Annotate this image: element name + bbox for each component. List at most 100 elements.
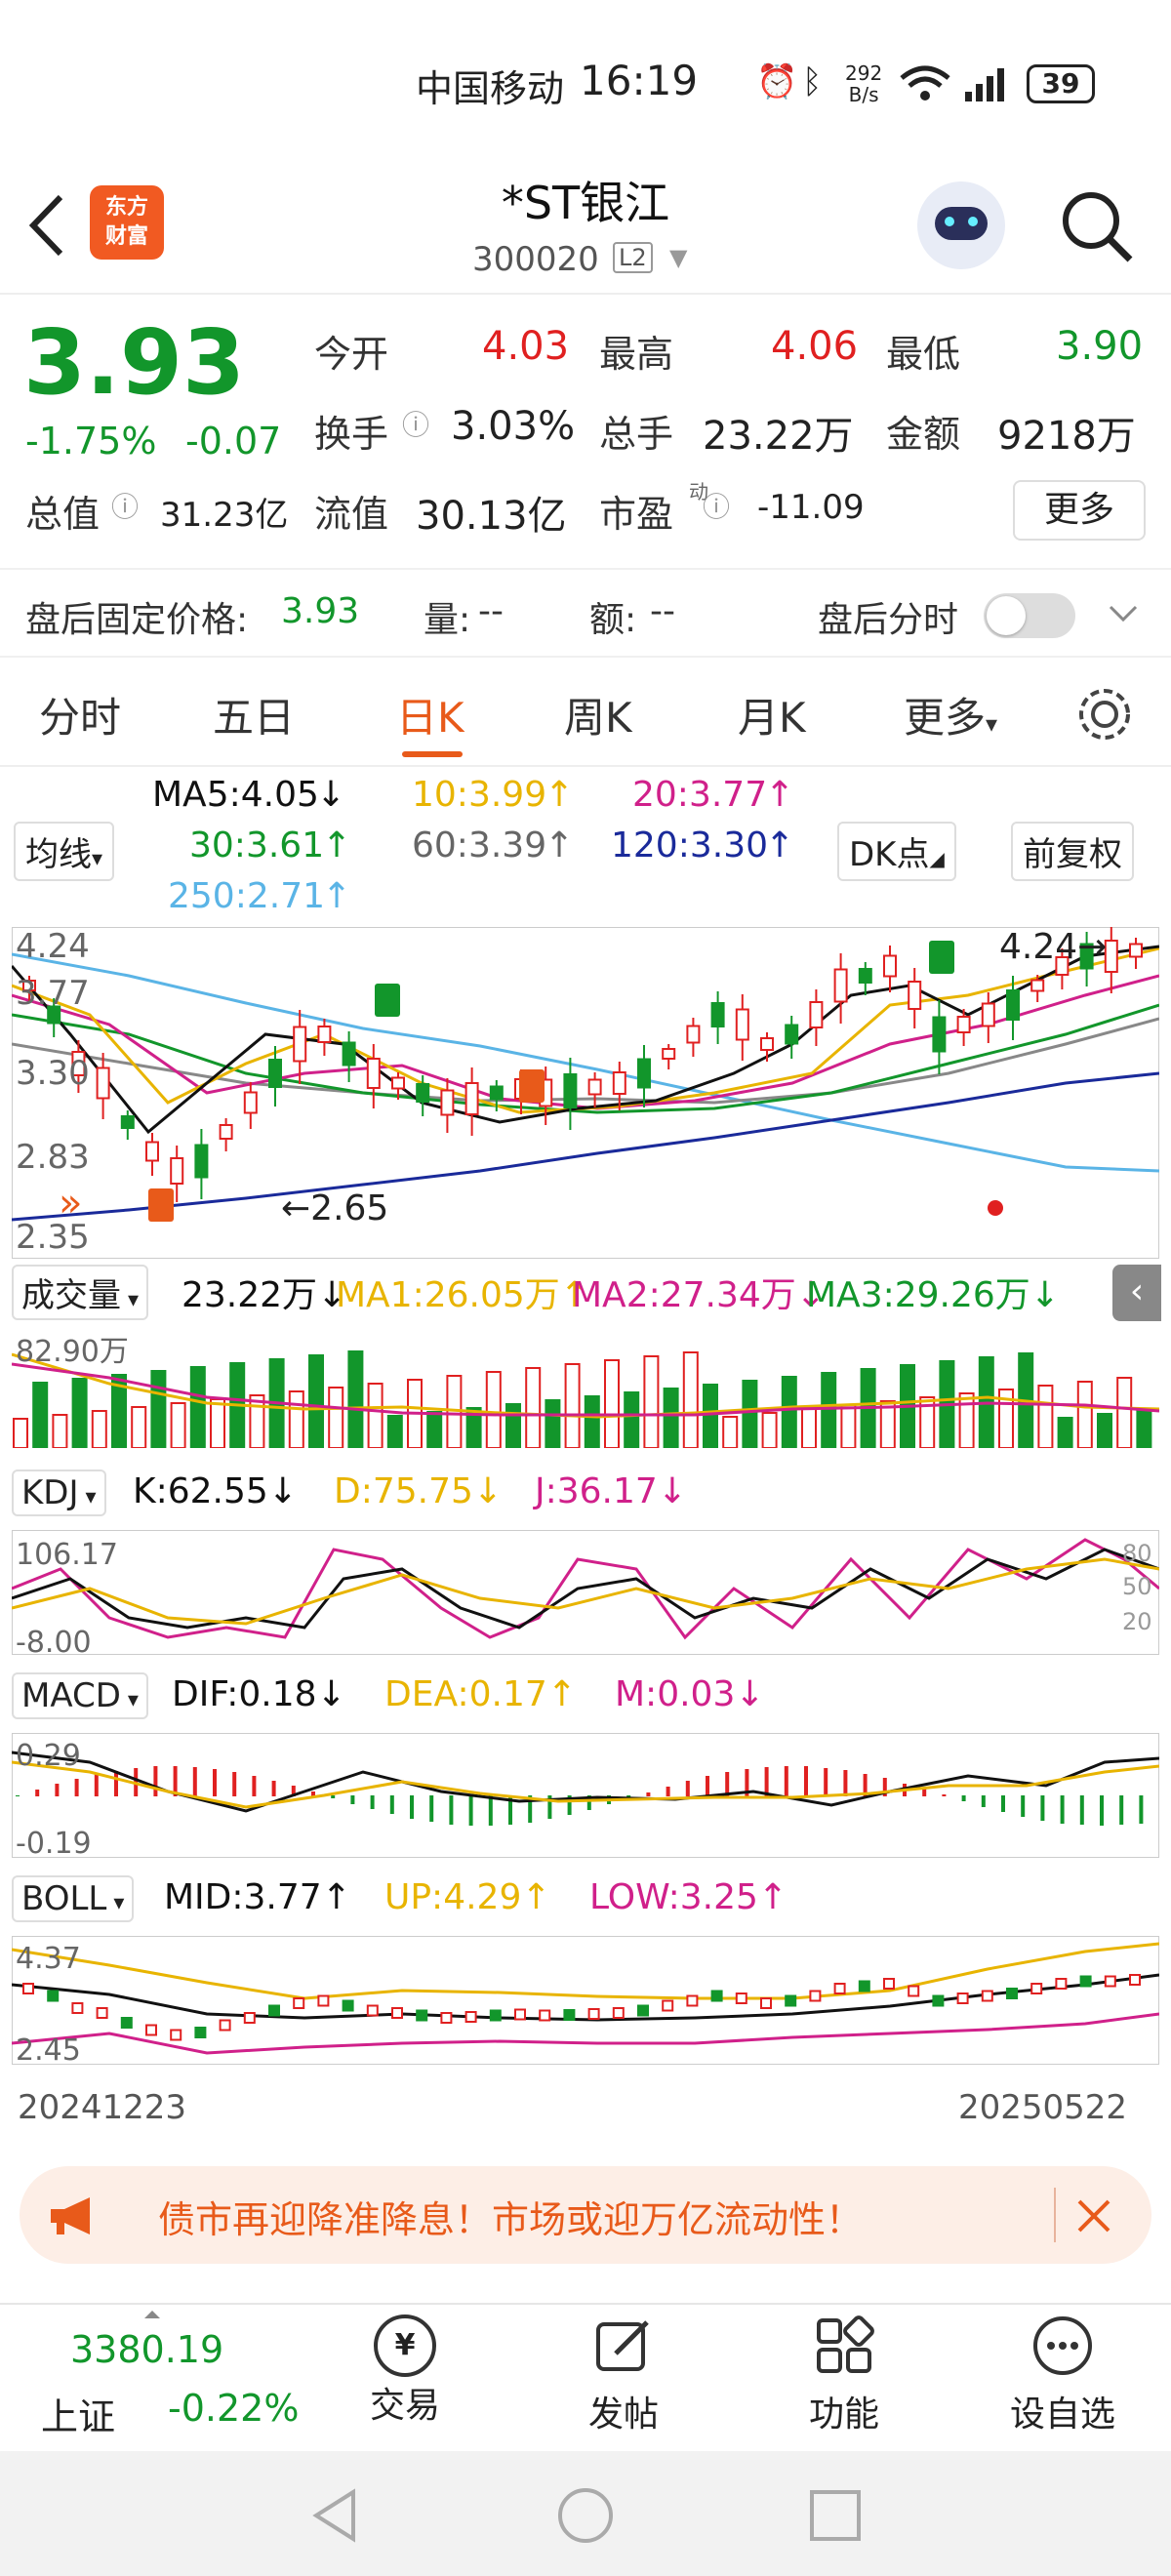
after-hours-vol: -- [478, 591, 504, 631]
add-watchlist-button[interactable]: 设自选 [980, 2314, 1146, 2436]
macd-bar [922, 1789, 927, 1796]
tab-more[interactable]: 更多▾ [904, 685, 997, 745]
system-nav-bar [0, 2451, 1171, 2576]
back-icon[interactable] [25, 191, 68, 260]
tab-weekly-k[interactable]: 周K [564, 685, 632, 745]
boll-candle [686, 1994, 699, 2007]
candle [268, 1059, 282, 1088]
info-icon[interactable]: ⓘ [402, 404, 429, 443]
collapse-panel-icon[interactable]: ‹ [1112, 1265, 1161, 1321]
kdj-selector[interactable]: KDJ ▾ [12, 1469, 106, 1516]
volume-bar [1037, 1385, 1054, 1448]
volume-bar [347, 1350, 364, 1448]
macd-bar [410, 1795, 414, 1819]
boll-candle [612, 2007, 625, 2019]
boll-selector[interactable]: BOLL ▾ [12, 1875, 135, 1922]
macd-bar [35, 1790, 40, 1796]
volume-bar [781, 1376, 797, 1448]
macd-bar [271, 1781, 276, 1796]
kdj-k: K:62.55↓ [133, 1471, 298, 1511]
candle [981, 1002, 995, 1027]
tab-daily-k[interactable]: 日K [396, 685, 464, 745]
info-icon[interactable]: ⓘ [703, 486, 730, 525]
settings-gear-icon[interactable] [1073, 683, 1136, 745]
high-value: 4.06 [771, 324, 859, 369]
macd-bar [488, 1795, 493, 1826]
volume-bar [545, 1399, 561, 1448]
start-date: 20241223 [18, 2088, 187, 2127]
after-hours-price: 3.93 [281, 591, 360, 631]
boll-candle [858, 1980, 870, 1992]
high-label: 最高 [599, 333, 674, 376]
info-icon[interactable]: ⓘ [111, 486, 139, 525]
macd-axis-top: 0.29 [16, 1739, 81, 1773]
boll-candle [662, 1999, 674, 2012]
kline-plot[interactable] [12, 927, 1159, 1259]
dk-button[interactable]: DK点◢ [837, 822, 956, 881]
tab-timeshare[interactable]: 分时 [39, 685, 121, 745]
news-banner[interactable]: 债市再迎降准降息！市场或迎万亿流动性！ [20, 2166, 1151, 2264]
banner-divider [1054, 2188, 1056, 2242]
volume-bar [505, 1403, 521, 1448]
amount-label: 金额 [886, 413, 961, 456]
after-hours-amt-label: 额: [589, 600, 637, 640]
chevron-down-icon[interactable] [1107, 601, 1140, 626]
ma-selector[interactable]: 均线▾ [14, 822, 115, 881]
volume-selector[interactable]: 成交量 ▾ [12, 1265, 149, 1320]
index-name[interactable]: 上证 [41, 2387, 115, 2440]
tab-five-day[interactable]: 五日 [213, 685, 295, 745]
eastmoney-logo: 东方 财富 [90, 185, 164, 260]
robot-avatar-icon[interactable] [917, 181, 1005, 269]
candle [760, 1037, 774, 1051]
after-hours-price-label: 盘后固定价格: [25, 600, 249, 640]
chevron-up-icon[interactable] [142, 2309, 162, 2320]
tab-monthly-k[interactable]: 月K [738, 685, 806, 745]
macd-bar [764, 1767, 769, 1796]
nav-home-icon[interactable] [556, 2486, 615, 2545]
volume-bar [91, 1410, 107, 1448]
macd-bar [389, 1795, 394, 1814]
after-hours-bar: 盘后固定价格: 3.93 量: -- 额: -- 盘后分时 [0, 568, 1171, 658]
macd-bar [804, 1766, 808, 1796]
chevron-down-icon[interactable]: ▼ [669, 244, 687, 271]
index-change[interactable]: -0.22% [168, 2387, 299, 2430]
adjust-button[interactable]: 前复权 [1011, 822, 1134, 881]
nav-back-icon[interactable] [308, 2486, 361, 2545]
function-button[interactable]: 功能 [761, 2314, 927, 2436]
trade-button[interactable]: ¥ 交易 [322, 2314, 488, 2428]
volume-bar [1116, 1377, 1133, 1448]
index-value[interactable]: 3380.19 [70, 2328, 223, 2371]
kline-axis-4: 2.83 [16, 1138, 90, 1177]
candle [710, 1002, 725, 1027]
grid-icon [817, 2315, 874, 2373]
macd-dif: DIF:0.18↓ [172, 1674, 346, 1714]
stock-name: *ST银江 [501, 177, 670, 229]
pe-value: -11.09 [757, 488, 865, 527]
post-button[interactable]: 发帖 [541, 2314, 707, 2436]
search-icon[interactable] [1058, 187, 1136, 265]
boll-candle [1006, 1988, 1018, 1999]
last-price: 3.93 [23, 310, 245, 415]
volume-bar [663, 1388, 679, 1448]
macd-bar [370, 1795, 375, 1809]
timeshare-toggle[interactable] [984, 593, 1075, 638]
nav-recents-icon[interactable] [808, 2488, 863, 2543]
macd-bar [942, 1794, 947, 1796]
bluetooth-icon: ᛒ [802, 62, 823, 101]
macd-axis-bottom: -0.19 [16, 1827, 92, 1861]
boll-candle [366, 2004, 379, 2017]
volume-bar [131, 1406, 147, 1448]
expand-icon[interactable]: » [59, 1181, 82, 1226]
candle [219, 1124, 233, 1140]
open-value: 4.03 [482, 324, 570, 369]
more-button[interactable]: 更多 [1013, 480, 1146, 541]
boll-candle [391, 2007, 403, 2019]
macd-selector[interactable]: MACD ▾ [12, 1672, 148, 1719]
min-price-label: ←2.65 [281, 1188, 389, 1228]
level-badge: L2 [613, 242, 653, 273]
kdj-axis-top: 106.17 [16, 1538, 118, 1572]
kline-chart-area: 均线▾ MA5:4.05 ↓ 10:3.99 ↑ 20:3.77 ↑ 30:3.61 ↑… [0, 767, 1171, 2133]
megaphone-icon [51, 2197, 90, 2234]
close-icon[interactable] [1073, 2195, 1114, 2236]
macd-bar [252, 1776, 257, 1796]
